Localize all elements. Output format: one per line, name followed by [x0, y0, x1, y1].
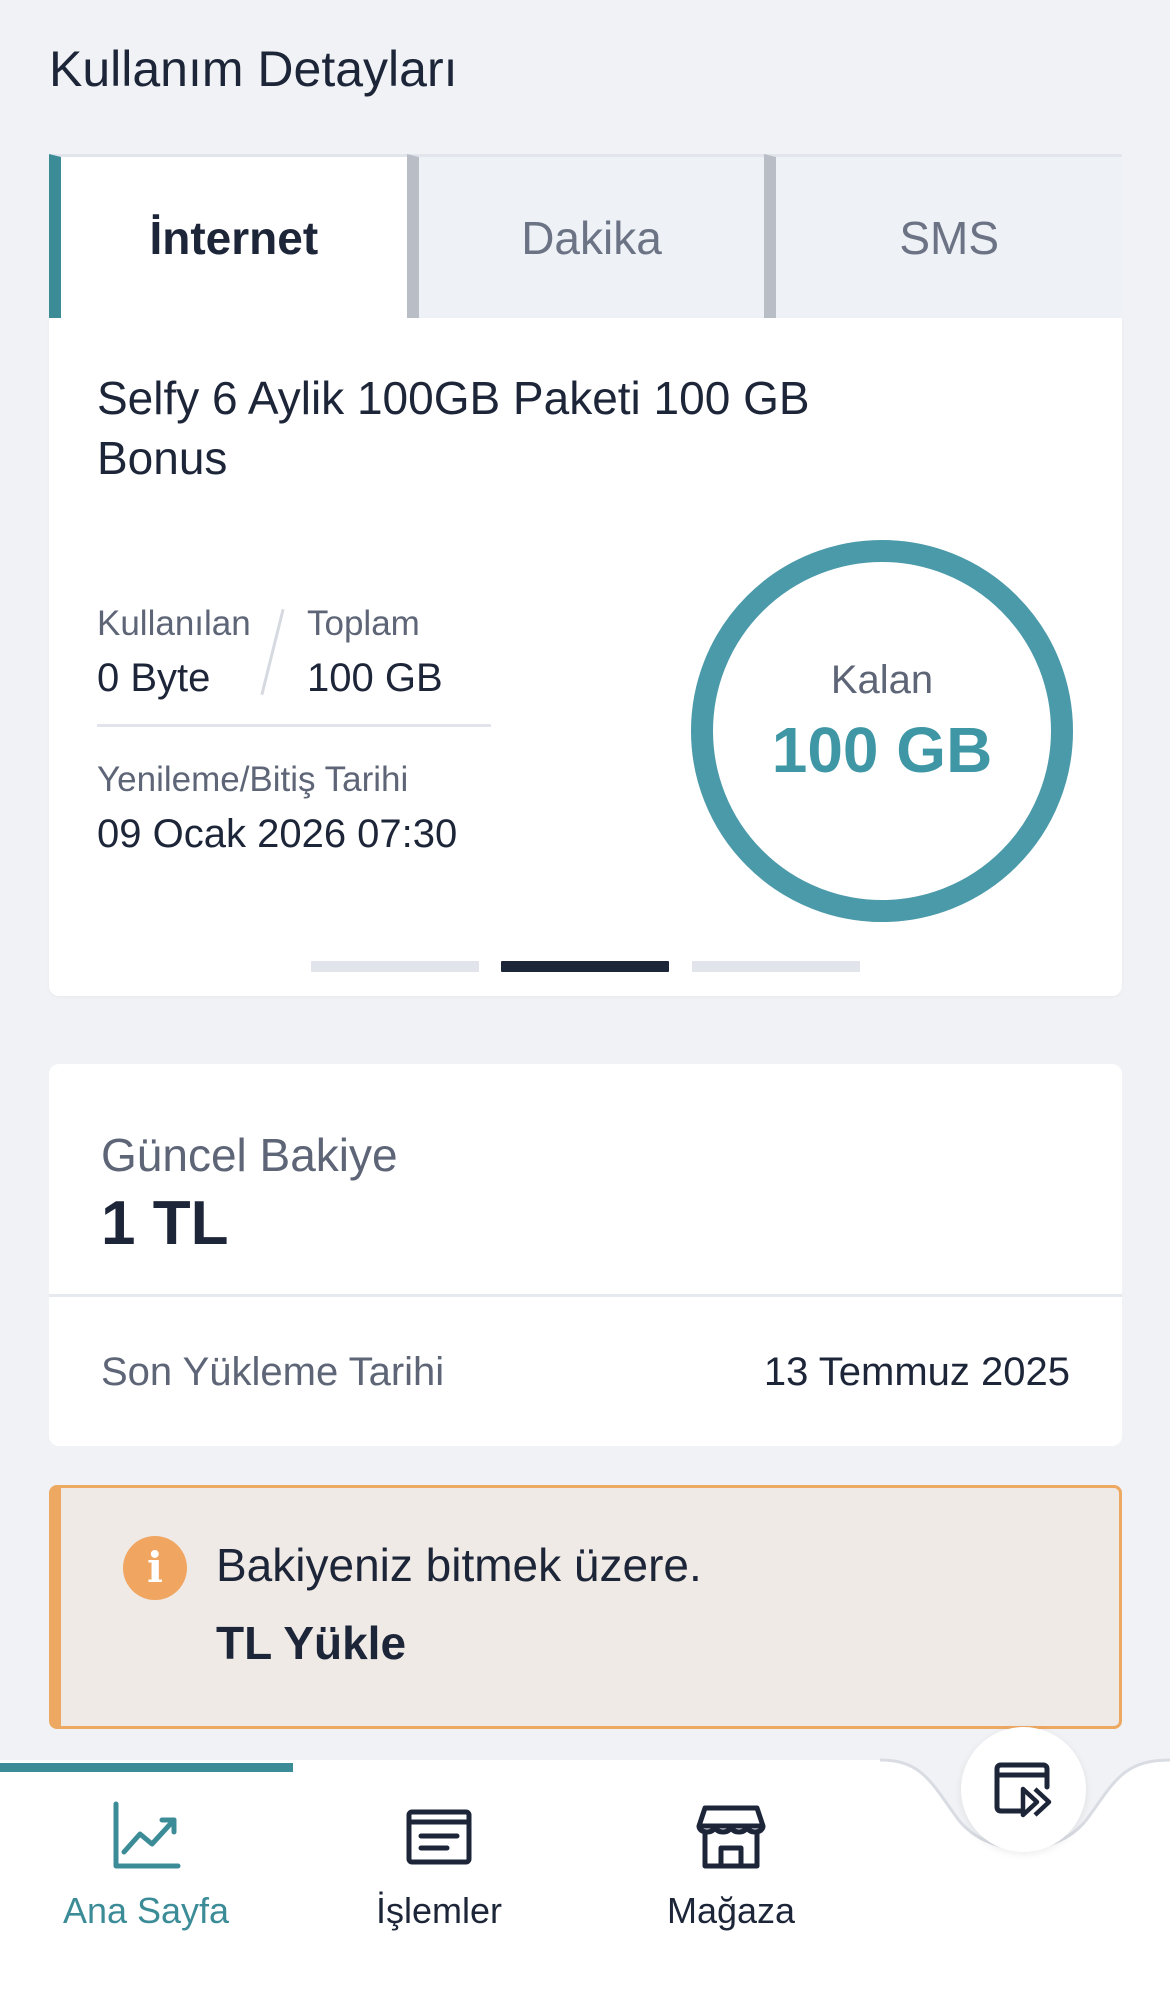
balance-label: Güncel Bakiye [101, 1129, 398, 1181]
carousel-dot[interactable] [692, 961, 860, 972]
tab-internet[interactable]: İnternet [49, 154, 407, 318]
nav-home-label: Ana Sayfa [62, 1890, 230, 1931]
info-icon: i [123, 1536, 187, 1600]
total-value: 100 GB [307, 656, 443, 700]
tab-dakika[interactable]: Dakika [406, 154, 765, 318]
media-forward-icon [994, 1762, 1052, 1818]
tab-sms[interactable]: SMS [764, 154, 1123, 318]
balance-card: Güncel Bakiye 1 TL Son Yükleme Tarihi 13… [49, 1064, 1122, 1446]
last-topup-value: 13 Temmuz 2025 [763, 1350, 1070, 1394]
package-title: Selfy 6 Aylik 100GB Paketi 100 GB Bonus [97, 372, 810, 484]
active-tab-indicator [0, 1763, 293, 1772]
separator-slash [260, 608, 285, 696]
used-label: Kullanılan [97, 604, 251, 643]
total-label: Toplam [307, 604, 420, 643]
chart-icon [113, 1801, 181, 1869]
balance-value: 1 TL [101, 1189, 229, 1258]
carousel-dot[interactable] [311, 961, 479, 972]
renew-value: 09 Ocak 2026 07:30 [97, 812, 458, 856]
low-balance-warning: i Bakiyeniz bitmek üzere. TL Yükle [49, 1485, 1122, 1729]
divider [97, 724, 491, 727]
list-icon [406, 1809, 472, 1865]
renew-label: Yenileme/Bitiş Tarihi [97, 760, 409, 799]
divider [49, 1294, 1122, 1297]
usage-tabs: İnternet Dakika SMS [49, 154, 1123, 318]
remaining-value: 100 GB [771, 714, 993, 786]
nav-transactions-label: İşlemler [375, 1890, 503, 1931]
warning-message: Bakiyeniz bitmek üzere. [216, 1539, 702, 1591]
used-value: 0 Byte [97, 656, 211, 700]
nav-store-label: Mağaza [666, 1890, 796, 1931]
last-topup-label: Son Yükleme Tarihi [101, 1350, 445, 1394]
floating-action-button[interactable] [961, 1727, 1086, 1852]
topup-link[interactable]: TL Yükle [216, 1616, 406, 1670]
carousel-dot-active[interactable] [501, 961, 669, 972]
page-title: Kullanım Detayları [49, 41, 458, 97]
remaining-label: Kalan [830, 658, 934, 702]
store-icon [696, 1805, 766, 1869]
usage-card[interactable]: Selfy 6 Aylik 100GB Paketi 100 GB Bonus … [49, 318, 1122, 996]
